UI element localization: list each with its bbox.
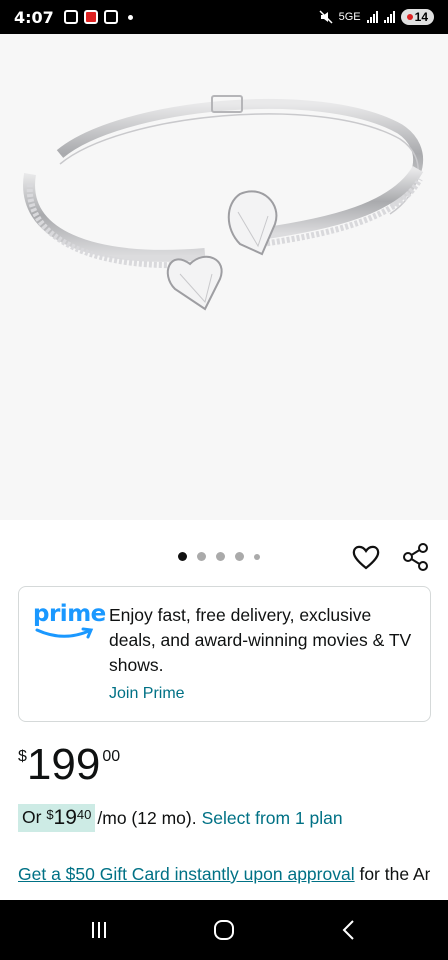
monthly-payment: Or $ 19 40 /mo (12 mo). Select from 1 pl…: [18, 804, 343, 832]
back-icon: [342, 920, 354, 940]
status-bar: 4:07 5GE 14: [0, 0, 448, 34]
mute-icon: [319, 10, 333, 24]
price-whole: 199: [26, 740, 101, 789]
prime-logo-text: prime: [33, 601, 106, 627]
share-icon: [403, 543, 428, 571]
gift-card-offer: Get a $50 Gift Card instantly upon appro…: [18, 862, 430, 902]
network-type: 5GE: [338, 11, 361, 23]
monthly-currency: $: [46, 807, 54, 822]
gift-card-text: for the Amazon.ca Rewards Mastercard. No…: [359, 864, 430, 884]
carousel-dot-3[interactable]: [216, 552, 225, 561]
monthly-prefix: Or: [22, 807, 47, 827]
alert-icon: [103, 10, 118, 24]
prime-smile-icon: [35, 627, 94, 639]
system-navigation-bar: [0, 900, 448, 960]
battery-indicator: 14: [400, 9, 434, 25]
prime-logo: prime: [33, 601, 106, 643]
price-currency: $: [18, 748, 27, 765]
system-icons: 5GE 14: [319, 9, 434, 25]
gift-card-link[interactable]: Get a $50 Gift Card instantly upon appro…: [18, 864, 355, 884]
share-button[interactable]: [401, 542, 431, 572]
recent-apps-button[interactable]: [84, 918, 114, 942]
app-notification-icon: [83, 10, 98, 24]
signal-icon-2: [383, 11, 395, 23]
product-image[interactable]: [0, 34, 448, 520]
product-price: $ 199 00: [18, 742, 120, 788]
recent-apps-icon: [92, 922, 106, 938]
price-fraction: 00: [102, 748, 121, 765]
image-carousel-controls: [0, 538, 448, 578]
more-notifications-icon: [127, 14, 133, 20]
battery-saver-icon: [406, 14, 413, 20]
monthly-price-highlight: Or $ 19 40: [18, 804, 96, 832]
back-button[interactable]: [334, 918, 364, 942]
prime-promo-card: prime Enjoy fast, free delivery, exclusi…: [18, 586, 431, 722]
notification-icons: [63, 10, 133, 24]
bangle-illustration: [23, 95, 424, 311]
prime-description: Enjoy fast, free delivery, exclusive dea…: [109, 605, 412, 675]
carousel-dots[interactable]: [178, 552, 260, 561]
screenshot-icon: [63, 10, 78, 24]
carousel-dot-4[interactable]: [235, 552, 244, 561]
signal-icon: [366, 11, 378, 23]
carousel-dot-5[interactable]: [254, 553, 260, 560]
select-plan-link[interactable]: Select from 1 plan: [202, 808, 343, 829]
heart-crystal-left: [166, 255, 223, 311]
monthly-whole: 19: [53, 806, 77, 829]
monthly-fraction: 40: [76, 807, 92, 822]
join-prime-link[interactable]: Join Prime: [109, 685, 185, 703]
battery-level: 14: [414, 10, 428, 24]
carousel-dot-1[interactable]: [178, 552, 187, 561]
add-to-wishlist-button[interactable]: [351, 542, 381, 572]
status-time: 4:07: [14, 7, 54, 27]
home-button[interactable]: [209, 918, 239, 942]
heart-icon: [352, 545, 380, 570]
home-icon: [214, 920, 234, 940]
carousel-dot-2[interactable]: [197, 552, 206, 561]
monthly-suffix: /mo (12 mo).: [97, 807, 197, 828]
